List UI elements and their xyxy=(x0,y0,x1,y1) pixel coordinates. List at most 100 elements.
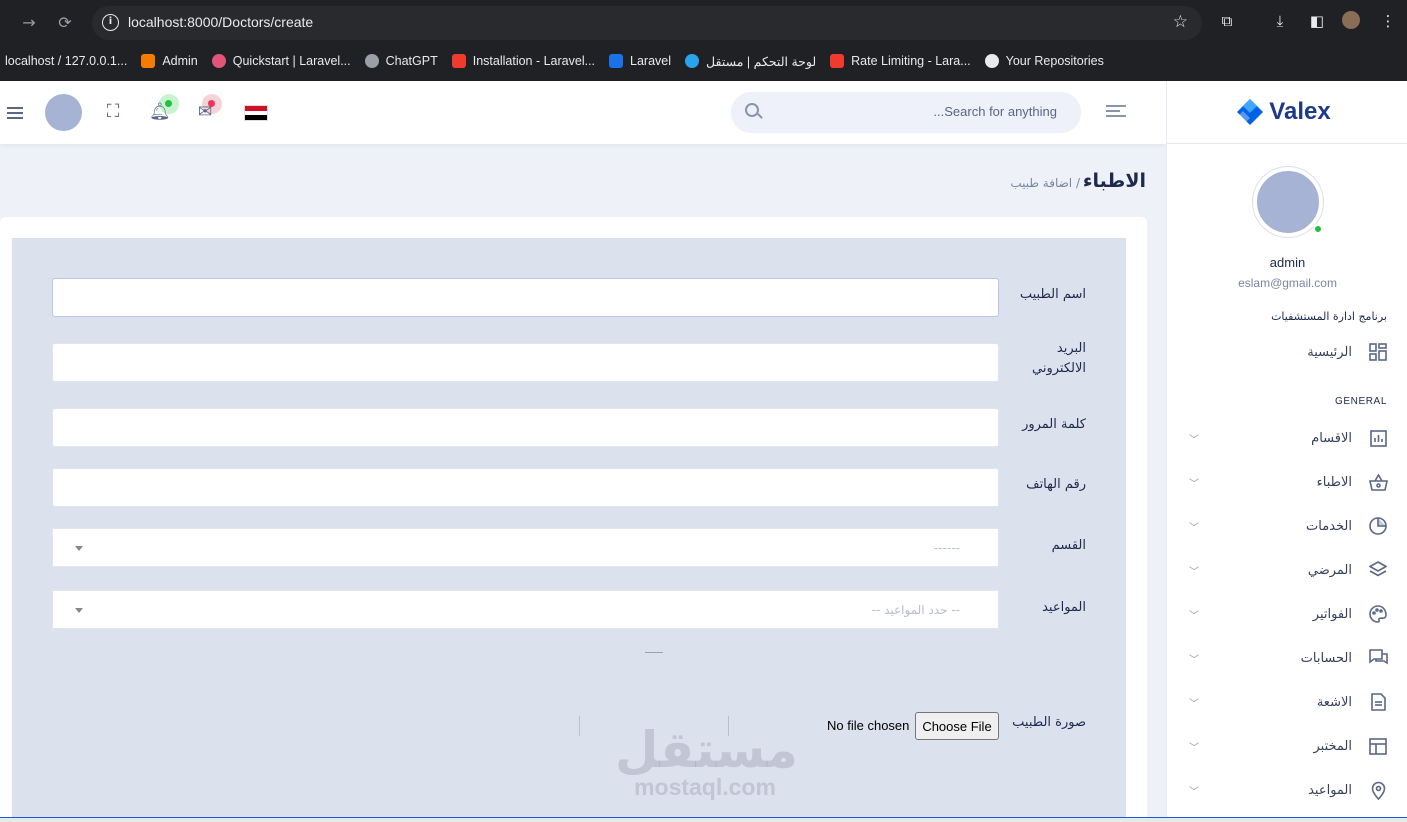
profile-name: admin xyxy=(1269,255,1306,270)
chevron-down-icon: ﹀ xyxy=(1189,787,1199,798)
caret-down-icon xyxy=(75,546,83,551)
table-icon xyxy=(1368,736,1388,756)
sidebar-item-patients[interactable]: ﹀ المرضي xyxy=(1167,555,1407,585)
chevron-down-icon: ﹀ xyxy=(1189,655,1199,666)
email-input[interactable] xyxy=(52,343,999,382)
email-label: البريد الالكتروني xyxy=(1032,341,1086,376)
chevron-down-icon: ﹀ xyxy=(1189,699,1199,710)
app-title: برنامج ادارة المستشفيات xyxy=(1271,310,1387,323)
sidebar-item-label: الحسابات xyxy=(1300,650,1352,666)
sidebar-item-home[interactable]: الرئيسية xyxy=(1167,337,1407,367)
section-label: GENERAL xyxy=(1335,396,1387,407)
address-bar[interactable]: i localhost:8000/Doctors/create ☆ xyxy=(92,6,1202,40)
site-info-icon[interactable]: i xyxy=(102,14,119,31)
bookmark-item[interactable]: Laravel xyxy=(609,54,671,68)
side-panel-icon[interactable]: ◧ xyxy=(1307,12,1327,30)
download-icon[interactable]: ⤓ xyxy=(1270,12,1290,30)
doctor-name-label: اسم الطبيب xyxy=(1019,287,1086,302)
watermark: مستقل mostaql.com xyxy=(615,721,798,801)
sidebar-item-label: الاطباء xyxy=(1316,474,1352,490)
location-pin-icon xyxy=(1368,780,1388,800)
bookmark-item[interactable]: localhost / 127.0.0.1... xyxy=(5,54,127,68)
sidebar-item-invoices[interactable]: ﹀ الفواتير xyxy=(1167,599,1407,629)
phone-input[interactable] xyxy=(52,468,999,507)
chevron-down-icon: ﹀ xyxy=(1189,743,1199,754)
online-status-icon xyxy=(1313,224,1323,234)
breadcrumb: / اضافة طبيب xyxy=(1010,176,1080,190)
layers-icon xyxy=(1368,560,1388,580)
sidebar-item-doctors[interactable]: ﹀ الاطباء xyxy=(1167,467,1407,497)
sidebar-item-label: الاشعة xyxy=(1316,694,1352,710)
appointments-select-placeholder: -- حدد المواعيد -- xyxy=(871,603,960,617)
bookmark-item[interactable]: Installation - Laravel... xyxy=(451,54,595,68)
page-title: الاطباء xyxy=(1082,170,1146,192)
top-header: ⛶ 🔔︎ ✉ Search for anything... xyxy=(0,81,1166,144)
file-status-text: No file chosen xyxy=(827,718,910,733)
laravel-docs-icon xyxy=(609,54,624,68)
search-input[interactable]: Search for anything... xyxy=(933,104,1057,119)
mostaql-icon xyxy=(685,54,700,68)
chatgpt-icon xyxy=(364,54,379,68)
egypt-flag-icon[interactable] xyxy=(244,105,268,121)
search-box[interactable]: Search for anything... xyxy=(731,92,1081,133)
laravel-icon xyxy=(451,54,466,68)
chevron-down-icon: ﹀ xyxy=(1189,567,1199,578)
sidebar-item-lab[interactable]: ﹀ المختبر xyxy=(1167,731,1407,761)
watermark-arabic: مستقل xyxy=(615,721,798,779)
bell-icon[interactable]: 🔔︎ xyxy=(149,102,171,122)
github-icon xyxy=(984,54,999,68)
sidebar-item-services[interactable]: ﹀ الخدمات xyxy=(1167,511,1407,541)
caret-down-icon xyxy=(75,608,83,613)
url-text: localhost:8000/Doctors/create xyxy=(128,14,314,30)
section-select-placeholder: ------ xyxy=(934,541,960,555)
bookmark-item[interactable]: Quickstart | Laravel... xyxy=(211,54,351,68)
brand-logo[interactable]: Valex xyxy=(1235,97,1331,127)
mail-icon[interactable]: ✉ xyxy=(195,102,215,122)
sidebar-item-radiology[interactable]: ﹀ الاشعة xyxy=(1167,687,1407,717)
extensions-icon[interactable]: ⧉ xyxy=(1217,12,1237,30)
chevron-down-icon: ﹀ xyxy=(1189,435,1199,446)
bottom-edge xyxy=(0,817,1407,822)
divider xyxy=(579,716,580,736)
sidebar-item-appointments[interactable]: ﹀ المواعيد xyxy=(1167,775,1407,805)
sidebar-item-label: المواعيد xyxy=(1308,782,1352,798)
fullscreen-icon[interactable]: ⛶ xyxy=(103,102,123,122)
chevron-down-icon: ﹀ xyxy=(1189,479,1199,490)
bookmark-star-icon[interactable]: ☆ xyxy=(1173,12,1188,32)
doctor-name-input[interactable] xyxy=(52,278,999,317)
reload-icon[interactable]: ⟳ xyxy=(54,12,76,34)
appointments-select[interactable]: -- حدد المواعيد -- xyxy=(52,590,999,629)
doctor-photo-label: صورة الطبيب xyxy=(1012,715,1086,730)
sidebar-item-label: المرضي xyxy=(1307,562,1352,578)
document-icon xyxy=(1368,692,1388,712)
kebab-menu-icon[interactable]: ⋮ xyxy=(1378,12,1398,30)
basket-icon xyxy=(1368,472,1388,492)
sidebar-item-label: الخدمات xyxy=(1306,518,1352,534)
chevron-down-icon: ﹀ xyxy=(1189,611,1199,622)
forward-icon[interactable]: → xyxy=(18,12,40,34)
bookmark-item[interactable]: لوحة التحكم | مستقل xyxy=(685,54,816,69)
choose-file-button[interactable]: Choose File xyxy=(915,712,999,740)
avatar[interactable] xyxy=(45,94,82,131)
sidebar-item-departments[interactable]: ﹀ الاقسام xyxy=(1167,423,1407,453)
bookmark-item[interactable]: Rate Limiting - Lara... xyxy=(830,54,971,68)
password-label: كلمة المرور xyxy=(1022,417,1086,432)
palette-icon xyxy=(1368,604,1388,624)
appointments-label: المواعيد xyxy=(1042,600,1086,615)
xampp-icon xyxy=(141,54,156,68)
sidebar-item-label: الفواتير xyxy=(1312,606,1352,622)
bookmark-item[interactable]: ChatGPT xyxy=(364,54,438,68)
text-align-icon[interactable] xyxy=(1106,105,1126,119)
divider xyxy=(645,652,663,653)
phone-label: رقم الهاتف xyxy=(1026,477,1086,492)
valex-logo-icon xyxy=(1236,99,1264,125)
password-input[interactable] xyxy=(52,408,999,447)
section-select[interactable]: ------ xyxy=(52,528,999,567)
bookmark-item[interactable]: Admin xyxy=(141,54,198,68)
profile-icon[interactable] xyxy=(1342,11,1360,29)
sidebar-item-accounts[interactable]: ﹀ الحسابات xyxy=(1167,643,1407,673)
dashboard-icon xyxy=(1368,342,1388,362)
hamburger-menu-icon[interactable] xyxy=(7,107,23,119)
profile-email: eslam@gmail.com xyxy=(1238,276,1337,290)
bookmark-item[interactable]: Your Repositories xyxy=(984,54,1104,68)
